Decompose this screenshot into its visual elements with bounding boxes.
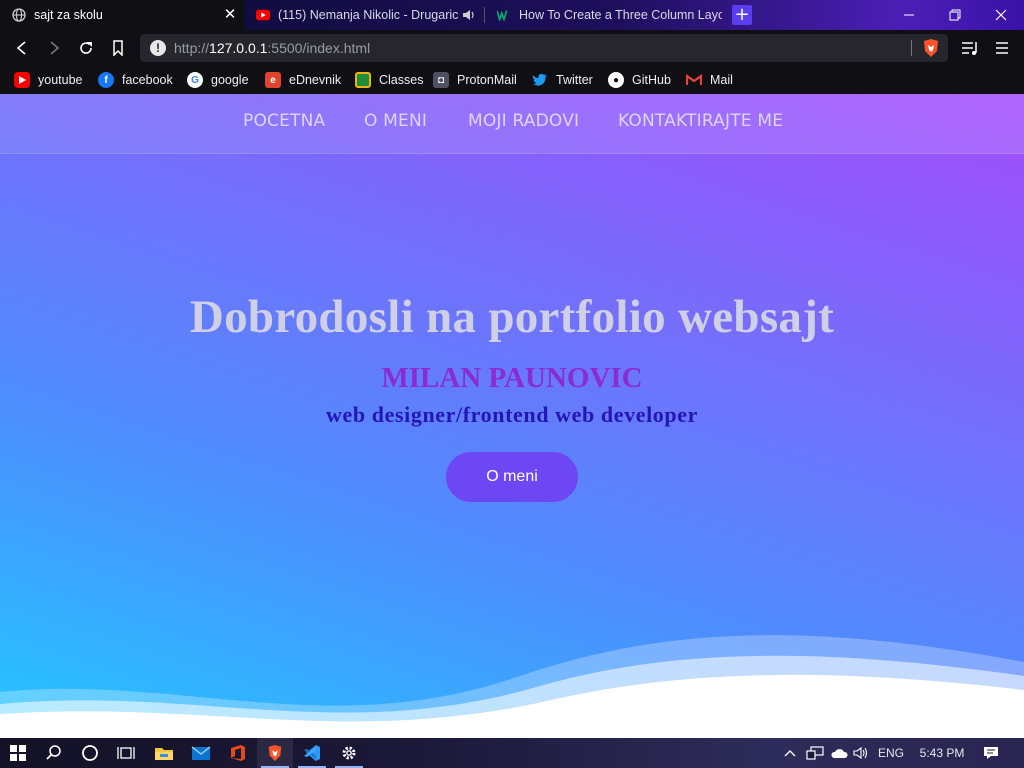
tab-title: sajt za skolu <box>34 8 103 22</box>
address-divider <box>911 40 912 56</box>
brave-icon[interactable] <box>257 738 293 768</box>
url-text: http://127.0.0.1:5500/index.html <box>174 40 371 56</box>
close-window-icon[interactable] <box>978 0 1024 30</box>
nav-link-moji-radovi[interactable]: MOJI RADOVI <box>468 111 579 131</box>
office-icon[interactable] <box>220 738 256 768</box>
twitter-icon <box>532 72 548 88</box>
speaker-icon[interactable] <box>462 8 476 22</box>
bookmark-classes[interactable]: Classes <box>355 71 423 89</box>
bookmark-label: Classes <box>379 73 424 87</box>
o-meni-button[interactable]: O meni <box>446 452 578 502</box>
file-explorer-icon[interactable] <box>146 738 182 768</box>
playlist-icon[interactable] <box>960 38 980 58</box>
volume-icon[interactable] <box>850 738 872 768</box>
bookmark-label: google <box>211 73 249 87</box>
clock[interactable]: 5:43 PM <box>914 738 970 768</box>
nav-link-pocetna[interactable]: POCETNA <box>243 111 325 131</box>
gmail-icon <box>686 72 702 88</box>
address-bar[interactable]: ! http://127.0.0.1:5500/index.html <box>140 34 948 62</box>
facebook-icon: f <box>98 72 114 88</box>
reload-icon[interactable] <box>76 38 96 58</box>
tab-strip: sajt za skolu ✕ (115) Nemanja Nikolic - … <box>0 0 1024 30</box>
new-tab-button[interactable]: + <box>732 5 752 25</box>
tab-title: How To Create a Three Column Layout <box>519 8 722 22</box>
search-icon[interactable] <box>36 738 72 768</box>
bookmark-label: Twitter <box>556 73 593 87</box>
site-navbar: POCETNA O MENI MOJI RADOVI KONTAKTIRAJTE… <box>0 94 1024 154</box>
tab-title: (115) Nemanja Nikolic - Drugarice <box>278 8 458 22</box>
restore-icon[interactable] <box>932 0 978 30</box>
bookmarks-bar: youtube f facebook G google e eDnevnik C… <box>0 66 1024 94</box>
task-view-icon[interactable] <box>108 738 144 768</box>
site-info-icon[interactable]: ! <box>150 40 166 56</box>
github-icon: ● <box>608 72 624 88</box>
bookmark-label: youtube <box>38 73 83 87</box>
ednevnik-icon: e <box>265 72 281 88</box>
bookmark-mail[interactable]: Mail <box>686 71 733 89</box>
youtube-icon <box>14 72 30 88</box>
mail-icon[interactable] <box>183 738 219 768</box>
cortana-icon[interactable] <box>72 738 108 768</box>
bookmark-github[interactable]: ● GitHub <box>608 71 671 89</box>
language-indicator[interactable]: ENG <box>874 738 908 768</box>
bookmark-google[interactable]: G google <box>187 71 249 89</box>
nav-link-kontaktirajte-me[interactable]: KONTAKTIRAJTE ME <box>618 111 783 131</box>
menu-icon[interactable] <box>992 38 1012 58</box>
close-tab-icon[interactable]: ✕ <box>222 7 238 23</box>
windows-taskbar: ENG 5:43 PM <box>0 738 1024 768</box>
back-icon[interactable] <box>12 38 32 58</box>
chevron-up-icon[interactable] <box>780 738 800 768</box>
w3schools-icon <box>497 8 511 22</box>
hero-title: Dobrodosli na portfolio websajt <box>189 291 835 343</box>
settings-icon[interactable] <box>331 738 367 768</box>
bookmark-protonmail[interactable]: ◘ ProtonMail <box>433 71 517 89</box>
tab-nemanja-nikolic[interactable]: (115) Nemanja Nikolic - Drugarice <box>244 0 484 30</box>
vscode-icon[interactable] <box>294 738 330 768</box>
network-icon[interactable] <box>804 738 826 768</box>
globe-icon <box>12 8 26 22</box>
bookmark-label: GitHub <box>632 73 671 87</box>
tab-sajt-za-skolu[interactable]: sajt za skolu ✕ <box>0 0 244 30</box>
brave-shields-icon[interactable] <box>922 38 940 58</box>
youtube-icon <box>256 8 270 22</box>
bookmark-label: Mail <box>710 73 733 87</box>
bookmark-twitter[interactable]: Twitter <box>532 71 593 89</box>
bookmark-youtube[interactable]: youtube <box>14 71 82 89</box>
web-page: POCETNA O MENI MOJI RADOVI KONTAKTIRAJTE… <box>0 94 1024 738</box>
tab-three-column-layout[interactable]: How To Create a Three Column Layout <box>485 0 722 30</box>
bookmark-facebook[interactable]: f facebook <box>98 71 173 89</box>
nav-link-o-meni[interactable]: O MENI <box>364 111 427 131</box>
wave-decoration <box>0 635 1024 738</box>
bookmark-label: facebook <box>122 73 173 87</box>
bookmark-label: eDnevnik <box>289 73 342 87</box>
protonmail-icon: ◘ <box>433 72 449 88</box>
classroom-icon <box>355 72 371 88</box>
hero-name: MILAN PAUNOVIC <box>381 362 643 394</box>
bookmark-label: ProtonMail <box>457 73 517 87</box>
minimize-icon[interactable] <box>886 0 932 30</box>
hero-role: web designer/frontend web developer <box>326 402 698 427</box>
forward-icon[interactable] <box>44 38 64 58</box>
browser-toolbar: ! http://127.0.0.1:5500/index.html <box>0 30 1024 66</box>
onedrive-icon[interactable] <box>828 738 850 768</box>
bookmark-icon[interactable] <box>108 38 128 58</box>
start-icon[interactable] <box>0 738 36 768</box>
notification-icon[interactable] <box>978 738 1004 768</box>
bookmark-ednevnik[interactable]: e eDnevnik <box>265 71 341 89</box>
google-icon: G <box>187 72 203 88</box>
